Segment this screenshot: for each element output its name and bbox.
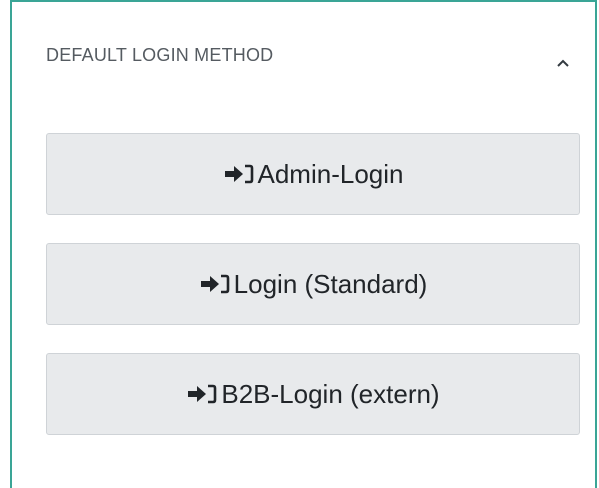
sign-in-icon — [186, 382, 220, 406]
chevron-up-icon — [557, 59, 569, 67]
login-method-panel: DEFAULT LOGIN METHOD Admin-Login Login (… — [10, 0, 597, 488]
b2b-login-button[interactable]: B2B-Login (extern) — [46, 353, 580, 435]
admin-login-button[interactable]: Admin-Login — [46, 133, 580, 215]
admin-login-label: Admin-Login — [257, 159, 404, 189]
panel-header: DEFAULT LOGIN METHOD — [12, 2, 595, 102]
panel-title: DEFAULT LOGIN METHOD — [46, 45, 274, 65]
sign-in-icon — [223, 162, 257, 186]
b2b-login-label: B2B-Login (extern) — [221, 379, 440, 409]
collapse-toggle[interactable] — [550, 50, 576, 76]
sign-in-icon — [199, 272, 233, 296]
standard-login-label: Login (Standard) — [233, 269, 428, 299]
standard-login-button[interactable]: Login (Standard) — [46, 243, 580, 325]
